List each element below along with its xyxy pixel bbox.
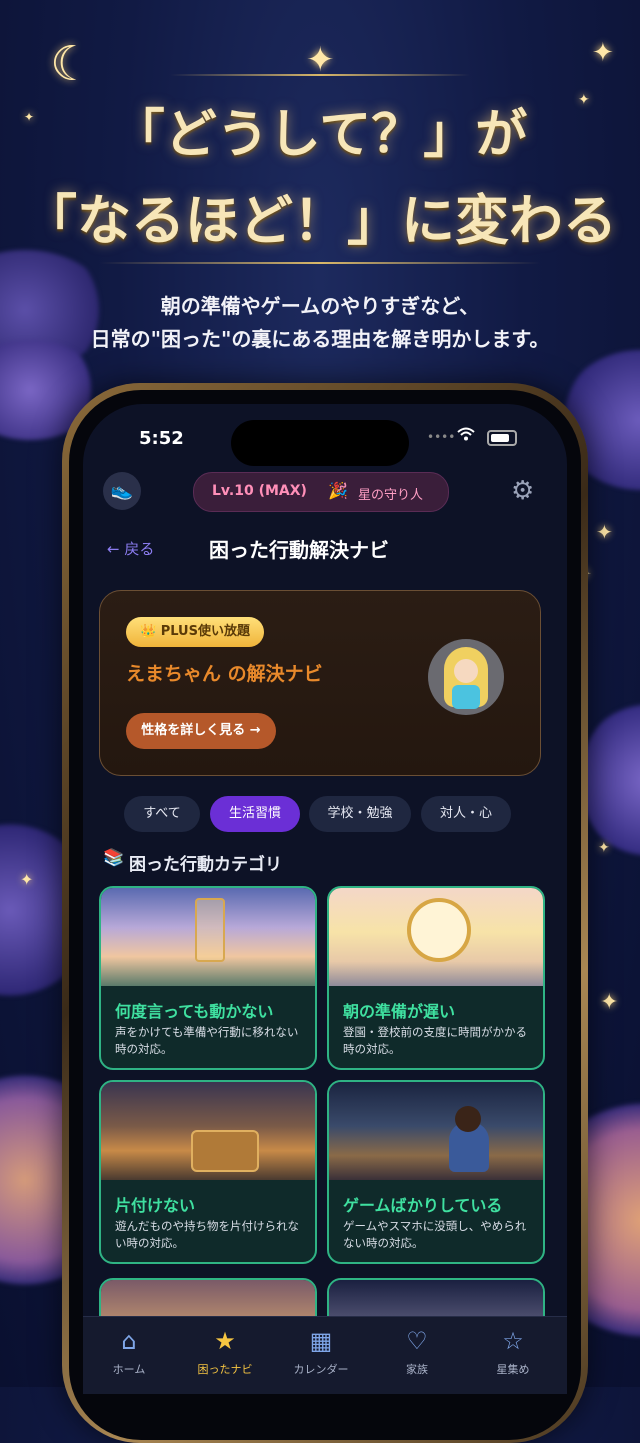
tab-home[interactable]: ⌂ ホーム (83, 1317, 177, 1394)
category-card-morning[interactable]: 朝の準備が遅い 登園・登校前の支度に時間がかかる時の対応。 (327, 886, 545, 1070)
party-icon: 🎉 (328, 481, 348, 500)
sparkle-icon: ✦ (20, 870, 34, 889)
sparkle-icon: ✦ (598, 840, 610, 856)
category-desc: ゲームやスマホに没頭し、やめられない時の対応。 (343, 1219, 527, 1250)
settings-gear-icon[interactable]: ⚙ (511, 476, 534, 506)
bottom-tab-bar: ⌂ ホーム ★ 困ったナビ ▦ カレンダー ♡ 家族 ☆ 星集め (83, 1316, 567, 1394)
signal-icon: •••• (427, 430, 456, 444)
category-title: ゲームばかりしている (343, 1196, 503, 1215)
tab-family[interactable]: ♡ 家族 (369, 1317, 465, 1394)
battery-icon (487, 430, 517, 446)
gaming-child-illustration (329, 1082, 543, 1180)
plus-card-title: えまちゃん の解決ナビ (126, 663, 323, 685)
avatar-button[interactable]: 👟 (103, 472, 141, 510)
promo-headline-line2: 「なるほど！」に変わる (23, 188, 617, 252)
promo-subtext-line1: 朝の準備やゲームのやりすぎなど、 (160, 294, 480, 318)
category-card-wont-move[interactable]: 何度言っても動かない 声をかけても準備や行動に移れない時の対応。 (99, 886, 317, 1070)
promo-headline-line1: 「どうして？」が (112, 104, 528, 165)
personality-button[interactable]: 性格を詳しく見る → (126, 713, 276, 749)
filter-chip-lifestyle[interactable]: 生活習慣 (210, 796, 300, 832)
star-outline-icon: ☆ (502, 1327, 524, 1355)
category-card-gaming[interactable]: ゲームばかりしている ゲームやスマホに没頭し、やめられない時の対応。 (327, 1080, 545, 1264)
level-badge[interactable]: Lv.10 (MAX) 🎉 星の守り人 (193, 472, 449, 512)
ornament-bottom (100, 262, 540, 264)
child-avatar (428, 639, 504, 715)
filter-chip-social[interactable]: 対人・心 (421, 796, 511, 832)
level-title: 星の守り人 (358, 488, 424, 503)
sparkle-icon: ✦ (600, 990, 619, 1015)
level-text: Lv.10 (MAX) (212, 483, 307, 499)
app-screen: 5:52 •••• 👟 Lv.10 (MAX) 🎉 星の守り人 ⚙ ← 戻る 困… (83, 404, 567, 1394)
sparkle-icon: ✦ (592, 38, 614, 68)
heart-icon: ♡ (406, 1327, 428, 1355)
section-title: 困った行動カテゴリ (129, 855, 282, 875)
category-title: 片付けない (115, 1196, 196, 1215)
toybox-illustration (101, 1082, 315, 1180)
clock-illustration (329, 888, 543, 986)
calendar-icon: ▦ (309, 1327, 333, 1355)
plus-card: 👑 PLUS使い放題 えまちゃん の解決ナビ 性格を詳しく見る → (99, 590, 541, 776)
category-card-tidy[interactable]: 片付けない 遊んだものや持ち物を片付けられない時の対応。 (99, 1080, 317, 1264)
tab-trouble-navi[interactable]: ★ 困ったナビ (177, 1317, 273, 1394)
sparkle-icon: ✦ (596, 520, 613, 544)
promo-subtext-line2: 日常の"困った"の裏にある理由を解き明かします。 (90, 327, 550, 351)
dynamic-island (231, 420, 409, 466)
plus-badge: 👑 PLUS使い放題 (126, 617, 264, 647)
category-title: 何度言っても動かない (115, 1002, 274, 1021)
category-desc: 登園・登校前の支度に時間がかかる時の対応。 (343, 1025, 527, 1056)
category-title: 朝の準備が遅い (343, 1002, 456, 1021)
filter-chip-school[interactable]: 学校・勉強 (309, 796, 411, 832)
ornament-top (170, 74, 470, 76)
moon-icon: ☾ (50, 36, 94, 92)
star-icon: ★ (214, 1327, 236, 1355)
books-icon: 📚 (103, 848, 125, 868)
page-title: 困った行動解決ナビ (209, 538, 389, 562)
status-time: 5:52 (139, 428, 184, 449)
back-link[interactable]: ← 戻る (107, 538, 154, 559)
category-desc: 声をかけても準備や行動に移れない時の対応。 (115, 1025, 299, 1056)
hourglass-illustration (101, 888, 315, 986)
home-icon: ⌂ (121, 1327, 137, 1355)
category-desc: 遊んだものや持ち物を片付けられない時の対応。 (115, 1219, 299, 1250)
tab-calendar[interactable]: ▦ カレンダー (273, 1317, 369, 1394)
shoe-icon: 👟 (110, 480, 134, 501)
filter-chip-all[interactable]: すべて (124, 796, 200, 832)
tab-star-collection[interactable]: ☆ 星集め (465, 1317, 561, 1394)
wifi-icon (457, 426, 475, 441)
